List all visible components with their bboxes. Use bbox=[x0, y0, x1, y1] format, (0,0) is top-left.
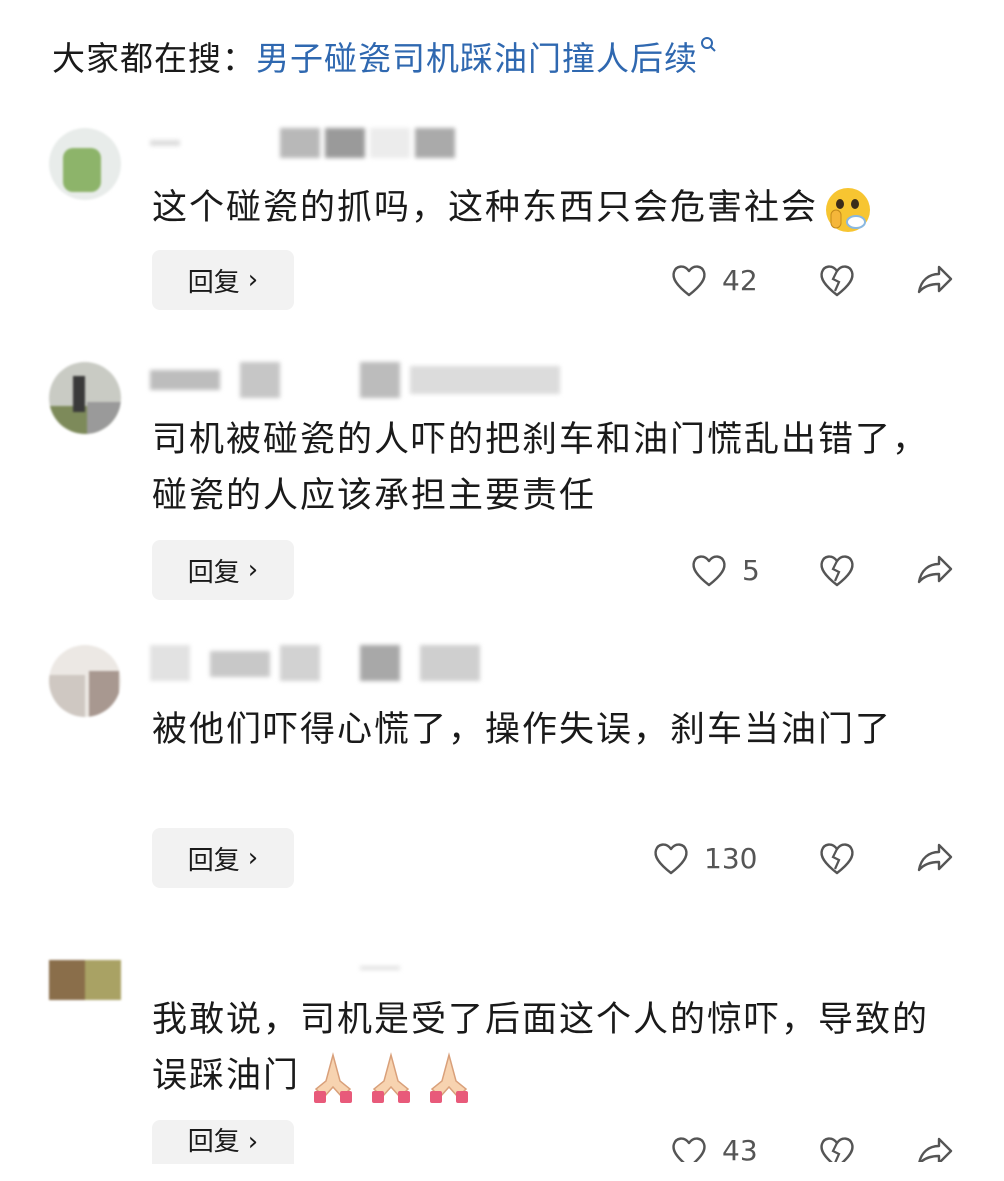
like-count: 130 bbox=[704, 841, 758, 875]
like-button[interactable]: 42 bbox=[670, 262, 758, 298]
heart-icon bbox=[654, 843, 688, 875]
like-count: 5 bbox=[742, 553, 760, 587]
comment-text: 这个碰瓷的抓吗，这种东西只会危害社会 bbox=[152, 180, 942, 236]
username-redacted[interactable] bbox=[150, 645, 490, 681]
comment-text: 被他们吓得心慌了，操作失误，刹车当油门了 bbox=[152, 710, 893, 750]
folded-hands-emoji bbox=[430, 1052, 469, 1103]
like-button[interactable]: 5 bbox=[690, 552, 760, 588]
folded-hands-emoji-group bbox=[304, 1049, 478, 1105]
dislike-heart-button[interactable] bbox=[818, 1134, 858, 1162]
like-count: 42 bbox=[722, 263, 758, 297]
trending-search-prefix: 大家都在搜： bbox=[52, 39, 256, 78]
reply-button[interactable]: 回复 › bbox=[152, 540, 294, 600]
share-icon bbox=[918, 1137, 953, 1162]
dislike-heart-icon bbox=[820, 1137, 854, 1162]
search-icon[interactable] bbox=[700, 36, 718, 58]
shush-face-emoji bbox=[826, 188, 871, 232]
username-redacted[interactable] bbox=[150, 362, 570, 398]
share-icon[interactable] bbox=[915, 840, 955, 876]
avatar[interactable] bbox=[49, 362, 121, 434]
share-icon[interactable] bbox=[915, 262, 955, 298]
heart-icon bbox=[692, 555, 726, 587]
trending-search-bar[interactable]: 大家都在搜： 男子碰瓷司机踩油门撞人后续 bbox=[52, 30, 718, 82]
avatar[interactable] bbox=[49, 645, 121, 717]
username-redacted[interactable] bbox=[150, 128, 455, 158]
dislike-heart-icon[interactable] bbox=[818, 552, 856, 588]
comment-text: 我敢说，司机是受了后面这个人的惊吓，导致的误踩油门 bbox=[152, 992, 942, 1105]
share-button[interactable] bbox=[915, 1134, 957, 1162]
reply-button[interactable]: 回复 › bbox=[152, 1120, 294, 1164]
trending-search-term[interactable]: 男子碰瓷司机踩油门撞人后续 bbox=[256, 32, 698, 80]
avatar[interactable] bbox=[49, 960, 121, 1000]
reply-button[interactable]: 回复 › bbox=[152, 828, 294, 888]
folded-hands-emoji bbox=[314, 1052, 353, 1103]
chevron-right-icon: › bbox=[247, 265, 259, 295]
comment-text: 司机被碰瓷的人吓的把刹车和油门慌乱出错了，碰瓷的人应该承担主要责任 bbox=[152, 420, 930, 516]
username-redacted[interactable] bbox=[150, 962, 410, 974]
folded-hands-emoji bbox=[372, 1052, 411, 1103]
like-count: 43 bbox=[722, 1134, 758, 1162]
heart-icon bbox=[672, 265, 706, 297]
like-button[interactable]: 130 bbox=[652, 840, 757, 876]
chevron-right-icon: › bbox=[247, 843, 259, 873]
reply-button[interactable]: 回复 › bbox=[152, 250, 294, 310]
chevron-right-icon: › bbox=[247, 555, 259, 585]
share-icon[interactable] bbox=[915, 552, 955, 588]
dislike-heart-icon[interactable] bbox=[818, 840, 856, 876]
avatar[interactable] bbox=[49, 128, 121, 200]
chevron-right-icon: › bbox=[247, 1127, 259, 1157]
like-button[interactable]: 43 bbox=[670, 1134, 758, 1162]
dislike-heart-icon[interactable] bbox=[818, 262, 856, 298]
heart-icon bbox=[672, 1137, 706, 1162]
